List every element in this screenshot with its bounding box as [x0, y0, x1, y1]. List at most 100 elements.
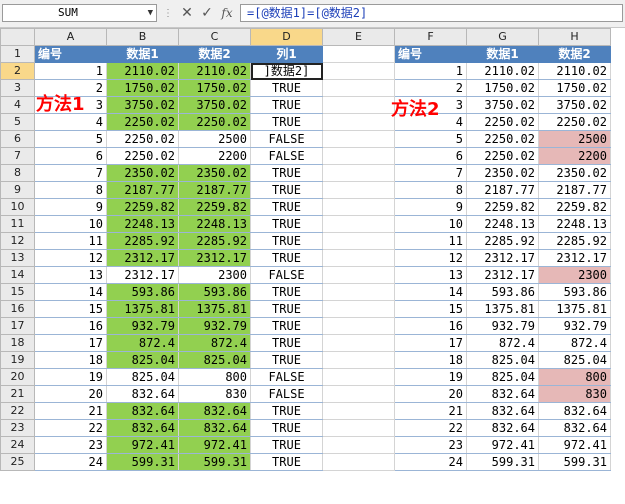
data2-cell[interactable]: 2500 [178, 130, 251, 148]
header-cell[interactable]: 编号 [34, 45, 107, 63]
empty-cell[interactable] [322, 419, 395, 437]
data2-cell[interactable]: 3750.02 [538, 96, 611, 114]
data1-cell[interactable]: 872.4 [106, 334, 179, 352]
row-header[interactable]: 23 [0, 419, 35, 437]
result-cell[interactable]: TRUE [250, 232, 323, 250]
data1-cell[interactable]: 2248.13 [466, 215, 539, 233]
id-cell[interactable]: 21 [34, 402, 107, 420]
id-cell[interactable]: 21 [394, 402, 467, 420]
data2-cell[interactable]: 872.4 [178, 334, 251, 352]
empty-cell[interactable] [322, 385, 395, 403]
data1-cell[interactable]: 1750.02 [466, 79, 539, 97]
data2-cell[interactable]: 872.4 [538, 334, 611, 352]
data1-cell[interactable]: 2285.92 [466, 232, 539, 250]
empty-cell[interactable] [322, 62, 395, 80]
id-cell[interactable]: 10 [394, 215, 467, 233]
cancel-icon[interactable]: ✕ [178, 4, 196, 22]
empty-cell[interactable] [322, 113, 395, 131]
data1-cell[interactable]: 2312.17 [466, 266, 539, 284]
empty-cell[interactable] [322, 436, 395, 454]
data2-cell[interactable]: 2312.17 [538, 249, 611, 267]
row-header[interactable]: 24 [0, 436, 35, 454]
result-cell[interactable]: FALSE [250, 266, 323, 284]
id-cell[interactable]: 1 [34, 62, 107, 80]
result-cell[interactable]: TRUE [250, 283, 323, 301]
id-cell[interactable]: 5 [34, 130, 107, 148]
header-cell[interactable]: 数据2 [178, 45, 251, 63]
data1-cell[interactable]: 2250.02 [466, 113, 539, 131]
row-header[interactable]: 20 [0, 368, 35, 386]
data1-cell[interactable]: 825.04 [106, 368, 179, 386]
data2-cell[interactable]: 800 [538, 368, 611, 386]
data1-cell[interactable]: 832.64 [466, 419, 539, 437]
result-cell[interactable]: FALSE [250, 130, 323, 148]
row-header[interactable]: 12 [0, 232, 35, 250]
result-cell[interactable]: TRUE [250, 317, 323, 335]
row-header[interactable]: 16 [0, 300, 35, 318]
id-cell[interactable]: 20 [394, 385, 467, 403]
row-header[interactable]: 2 [0, 62, 35, 80]
data1-cell[interactable]: 932.79 [106, 317, 179, 335]
data1-cell[interactable]: 599.31 [466, 453, 539, 471]
data1-cell[interactable]: 2110.02 [466, 62, 539, 80]
id-cell[interactable]: 14 [394, 283, 467, 301]
empty-cell[interactable] [322, 283, 395, 301]
header-cell[interactable]: 数据1 [106, 45, 179, 63]
insert-function-icon[interactable]: fx [218, 4, 236, 22]
result-cell[interactable]: TRUE [250, 164, 323, 182]
data1-cell[interactable]: 872.4 [466, 334, 539, 352]
result-cell[interactable]: TRUE [250, 198, 323, 216]
data2-cell[interactable]: 2500 [538, 130, 611, 148]
id-cell[interactable]: 13 [394, 266, 467, 284]
row-header[interactable]: 22 [0, 402, 35, 420]
data1-cell[interactable]: 2250.02 [106, 113, 179, 131]
empty-cell[interactable] [322, 300, 395, 318]
data2-cell[interactable]: 832.64 [538, 419, 611, 437]
data2-cell[interactable]: 825.04 [178, 351, 251, 369]
empty-cell[interactable] [322, 147, 395, 165]
data2-cell[interactable]: 2300 [538, 266, 611, 284]
column-header-a[interactable]: A [34, 28, 107, 46]
data1-cell[interactable]: 2248.13 [106, 215, 179, 233]
data1-cell[interactable]: 825.04 [466, 351, 539, 369]
result-cell[interactable]: TRUE [250, 300, 323, 318]
data1-cell[interactable]: 3750.02 [106, 96, 179, 114]
column-header-c[interactable]: C [178, 28, 251, 46]
data2-cell[interactable]: 2110.02 [178, 62, 251, 80]
data1-cell[interactable]: 2350.02 [466, 164, 539, 182]
data2-cell[interactable]: 2110.02 [538, 62, 611, 80]
data2-cell[interactable]: 2259.82 [178, 198, 251, 216]
select-all-corner[interactable] [0, 28, 35, 46]
row-header[interactable]: 5 [0, 113, 35, 131]
empty-cell[interactable] [322, 317, 395, 335]
data1-cell[interactable]: 825.04 [466, 368, 539, 386]
data2-cell[interactable]: 830 [538, 385, 611, 403]
data1-cell[interactable]: 972.41 [106, 436, 179, 454]
id-cell[interactable]: 23 [394, 436, 467, 454]
header-cell[interactable]: 数据2 [538, 45, 611, 63]
id-cell[interactable]: 7 [394, 164, 467, 182]
id-cell[interactable]: 8 [394, 181, 467, 199]
data2-cell[interactable]: 2350.02 [178, 164, 251, 182]
result-cell[interactable]: TRUE [250, 249, 323, 267]
id-cell[interactable]: 9 [394, 198, 467, 216]
result-cell[interactable]: TRUE [250, 436, 323, 454]
row-header[interactable]: 19 [0, 351, 35, 369]
data1-cell[interactable]: 2187.77 [106, 181, 179, 199]
id-cell[interactable]: 24 [394, 453, 467, 471]
result-cell[interactable]: FALSE [250, 147, 323, 165]
id-cell[interactable]: 5 [394, 130, 467, 148]
data2-cell[interactable]: 832.64 [178, 419, 251, 437]
data1-cell[interactable]: 1375.81 [466, 300, 539, 318]
chevron-down-icon[interactable]: ▼ [148, 5, 153, 21]
id-cell[interactable]: 6 [34, 147, 107, 165]
data2-cell[interactable]: 830 [178, 385, 251, 403]
empty-cell[interactable] [322, 232, 395, 250]
id-cell[interactable]: 17 [394, 334, 467, 352]
data2-cell[interactable]: 2187.77 [538, 181, 611, 199]
result-cell[interactable]: FALSE [250, 368, 323, 386]
row-header[interactable]: 14 [0, 266, 35, 284]
data2-cell[interactable]: 932.79 [538, 317, 611, 335]
row-header[interactable]: 4 [0, 96, 35, 114]
data2-cell[interactable]: 2312.17 [178, 249, 251, 267]
